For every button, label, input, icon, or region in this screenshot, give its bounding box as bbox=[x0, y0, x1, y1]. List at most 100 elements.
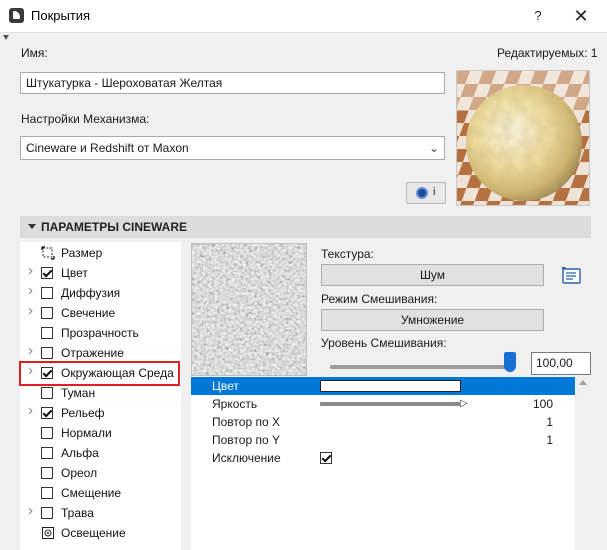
property-table-scrollbar[interactable] bbox=[575, 377, 591, 550]
channel-checkbox[interactable] bbox=[41, 427, 53, 439]
channel-item[interactable]: Ореол bbox=[20, 463, 181, 483]
channel-item[interactable]: › Диффузия bbox=[20, 282, 181, 303]
channel-label: Окружающая Среда bbox=[61, 366, 174, 380]
channel-checkbox[interactable] bbox=[41, 447, 53, 459]
channel-checkbox[interactable] bbox=[41, 287, 53, 299]
texture-noise-button[interactable]: Шум bbox=[321, 264, 544, 286]
property-name: Повтор по X bbox=[212, 415, 280, 429]
property-row[interactable]: Исключение bbox=[191, 449, 575, 467]
channel-checkbox[interactable] bbox=[41, 467, 53, 479]
material-preview-sphere bbox=[457, 71, 589, 205]
channel-item[interactable]: Альфа bbox=[20, 443, 181, 463]
channel-item[interactable]: › Свечение bbox=[20, 302, 181, 323]
property-table: Цвет Яркость ▷ 100 Повтор по X 1 Повтор по Y 1 И… bbox=[191, 377, 575, 550]
cinema4d-icon bbox=[416, 187, 428, 199]
engine-select[interactable]: Cineware и Redshift от Maxon ⌄ bbox=[20, 136, 445, 160]
channel-item[interactable]: › Рельеф bbox=[20, 402, 181, 423]
engine-info-button[interactable]: i bbox=[406, 182, 446, 204]
channel-checkbox[interactable] bbox=[41, 367, 53, 379]
channel-checkbox[interactable] bbox=[41, 307, 53, 319]
browse-texture-button[interactable] bbox=[559, 264, 585, 288]
blend-level-slider-thumb[interactable] bbox=[504, 352, 516, 372]
window-title: Покрытия bbox=[31, 8, 91, 23]
channel-item[interactable]: › Цвет bbox=[20, 262, 181, 283]
channel-item[interactable]: Смещение bbox=[20, 483, 181, 503]
channel-label: Свечение bbox=[61, 306, 116, 320]
property-name: Исключение bbox=[212, 451, 281, 465]
chevron-right-icon[interactable]: › bbox=[28, 282, 33, 299]
channel-label: Диффузия bbox=[61, 286, 121, 300]
chevron-right-icon[interactable]: › bbox=[28, 362, 33, 379]
size-icon bbox=[41, 246, 55, 260]
blend-level-input[interactable]: 100,00 bbox=[531, 352, 591, 375]
editable-count-label: Редактируемых: 1 bbox=[497, 46, 598, 60]
channel-label: Прозрачность bbox=[61, 326, 139, 340]
slider-thumb-icon[interactable]: ▷ bbox=[460, 398, 468, 409]
channel-item[interactable]: Освещение bbox=[20, 523, 181, 543]
property-row[interactable]: Повтор по Y 1 bbox=[191, 431, 575, 449]
channel-label: Рельеф bbox=[61, 406, 105, 420]
property-value[interactable]: 1 bbox=[546, 433, 553, 447]
channel-item[interactable]: Прозрачность bbox=[20, 323, 181, 343]
property-row[interactable]: Цвет bbox=[191, 377, 575, 395]
engine-select-value: Cineware и Redshift от Maxon bbox=[26, 141, 189, 155]
app-icon bbox=[9, 8, 24, 23]
blend-level-slider[interactable] bbox=[330, 365, 510, 369]
channel-checkbox[interactable] bbox=[41, 327, 53, 339]
chevron-right-icon[interactable]: › bbox=[28, 502, 33, 519]
property-checkbox[interactable] bbox=[320, 452, 332, 464]
title-bar: Покрытия ? ✕ bbox=[0, 0, 607, 32]
folder-browse-icon bbox=[561, 267, 581, 284]
property-row[interactable]: Яркость ▷ 100 bbox=[191, 395, 575, 413]
channel-label: Туман bbox=[61, 386, 96, 400]
chevron-right-icon[interactable]: › bbox=[28, 342, 33, 359]
channel-label: Смещение bbox=[61, 486, 122, 500]
cineware-section-header[interactable]: ПАРАМЕТРЫ CINEWARE bbox=[20, 216, 591, 238]
property-row[interactable]: Повтор по X 1 bbox=[191, 413, 575, 431]
chevron-right-icon[interactable]: › bbox=[28, 262, 33, 279]
noise-texture-preview bbox=[192, 244, 306, 375]
blend-mode-button[interactable]: Умножение bbox=[321, 309, 544, 331]
channel-checkbox[interactable] bbox=[41, 507, 53, 519]
help-button[interactable]: ? bbox=[528, 5, 548, 27]
channel-item[interactable]: Нормали bbox=[20, 423, 181, 443]
close-button[interactable]: ✕ bbox=[568, 3, 594, 29]
channel-item[interactable]: Туман bbox=[20, 383, 181, 403]
channel-item[interactable]: Размер bbox=[20, 243, 181, 263]
chevron-right-icon[interactable]: › bbox=[28, 402, 33, 419]
scroll-up-icon[interactable] bbox=[579, 380, 587, 385]
blend-mode-label: Режим Смешивания: bbox=[321, 292, 438, 306]
side-expander-icon[interactable] bbox=[3, 35, 9, 40]
chevron-right-icon[interactable]: › bbox=[28, 302, 33, 319]
channel-checkbox[interactable] bbox=[41, 267, 53, 279]
channel-label: Освещение bbox=[61, 526, 126, 540]
property-name: Повтор по Y bbox=[212, 433, 280, 447]
color-swatch[interactable] bbox=[320, 380, 461, 392]
channel-checkbox[interactable] bbox=[41, 487, 53, 499]
channel-item[interactable]: › Окружающая Среда bbox=[20, 362, 181, 383]
property-name: Яркость bbox=[212, 397, 258, 411]
engine-settings-label: Настройки Механизма: bbox=[21, 112, 150, 126]
engine-info-label: i bbox=[433, 186, 436, 198]
texture-label: Текстура: bbox=[321, 247, 374, 261]
channel-checkbox[interactable] bbox=[41, 347, 53, 359]
property-value[interactable]: 1 bbox=[546, 415, 553, 429]
channel-list: Размер › Цвет › Диффузия › Свечение Прозрачност… bbox=[20, 242, 181, 550]
channel-checkbox[interactable] bbox=[41, 387, 53, 399]
channel-item[interactable]: › Трава bbox=[20, 502, 181, 523]
blend-level-fill bbox=[330, 365, 510, 369]
collapse-triangle-icon bbox=[28, 224, 36, 229]
material-preview[interactable] bbox=[456, 70, 590, 206]
section-title: ПАРАМЕТРЫ CINEWARE bbox=[41, 220, 187, 234]
channel-label: Цвет bbox=[61, 266, 88, 280]
channel-label: Размер bbox=[61, 246, 103, 260]
channel-label: Ореол bbox=[61, 466, 98, 480]
texture-thumbnail[interactable] bbox=[191, 243, 307, 376]
blend-level-label: Уровень Смешивания: bbox=[321, 336, 447, 350]
name-field[interactable]: Штукатурка - Шероховатая Желтая bbox=[20, 72, 445, 94]
brightness-slider[interactable] bbox=[320, 402, 460, 406]
channel-checkbox[interactable] bbox=[41, 407, 53, 419]
property-value[interactable]: 100 bbox=[533, 397, 553, 411]
channel-label: Трава bbox=[61, 506, 94, 520]
channel-item[interactable]: › Отражение bbox=[20, 342, 181, 363]
